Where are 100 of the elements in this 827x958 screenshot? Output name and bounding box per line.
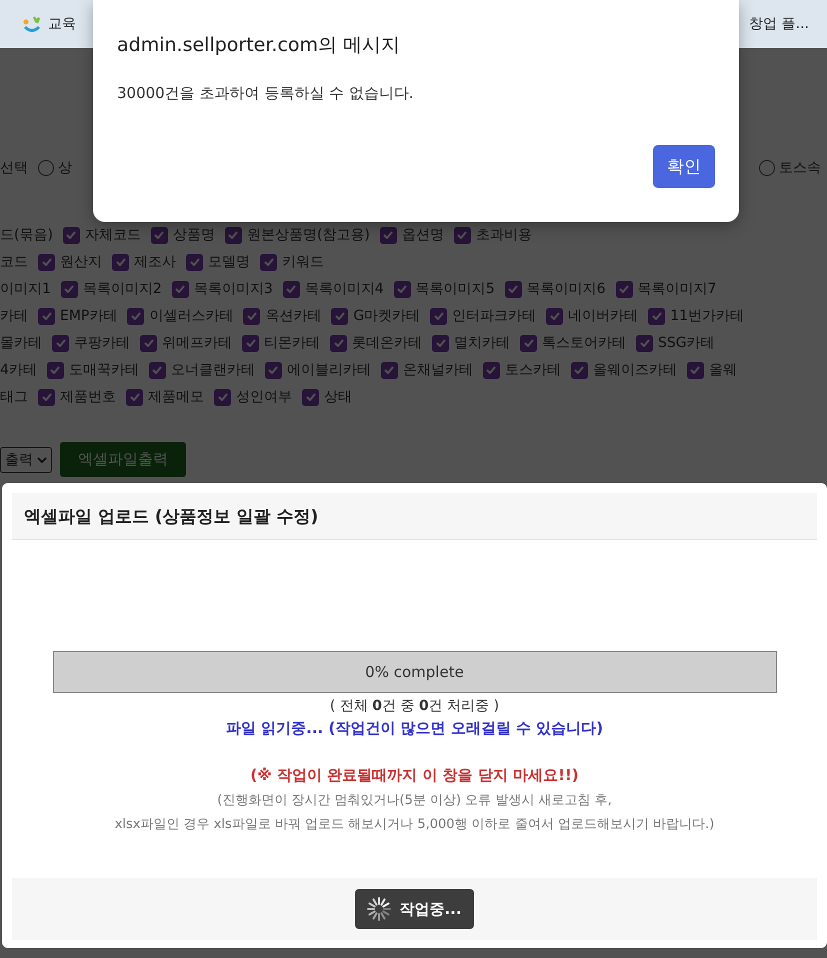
checkmark-icon <box>66 231 76 239</box>
checkmark-icon <box>619 285 630 293</box>
field-checkbox[interactable]: 올웨이즈카테 <box>570 361 677 379</box>
checkmark-icon <box>42 312 52 320</box>
field-checkbox[interactable]: 목록이미지5 <box>394 280 495 298</box>
field-checkbox[interactable]: 이셀러스카테 <box>127 307 234 325</box>
checkmark-icon <box>130 312 141 320</box>
field-checkbox[interactable]: EMP카테 <box>38 307 118 325</box>
field-label: 태그 <box>0 388 28 406</box>
checkmark-icon <box>50 366 60 374</box>
field-checkbox[interactable]: 쿠팡카테 <box>52 334 130 352</box>
field-checkbox[interactable]: 원산지 <box>38 253 102 271</box>
checkmark-icon <box>268 366 278 374</box>
checkmark-icon <box>434 312 444 320</box>
field-checkbox[interactable]: 네이버카테 <box>546 307 638 325</box>
field-checkbox[interactable]: 옵션명 <box>380 226 444 244</box>
checkmark-icon <box>175 285 186 293</box>
field-checkbox[interactable]: 제품번호 <box>38 388 116 406</box>
checkmark-icon <box>436 339 446 347</box>
checkmark-icon <box>652 312 662 320</box>
checkmark-icon <box>457 231 468 239</box>
field-checkbox[interactable]: 온채널카테 <box>380 361 473 379</box>
radio-option[interactable]: 상 <box>38 159 72 177</box>
field-checkbox[interactable]: 에이블리카테 <box>264 361 371 379</box>
field-checkbox[interactable]: 자체코드 <box>62 226 141 244</box>
checkmark-icon <box>524 339 534 347</box>
checkmark-icon <box>486 366 496 374</box>
field-checkbox[interactable]: SSG카테 <box>636 334 715 352</box>
field-checkbox[interactable]: 초과비용 <box>454 226 532 244</box>
field-checkbox[interactable]: 제조사 <box>112 253 176 271</box>
field-checkbox[interactable]: 티몬카테 <box>242 334 320 352</box>
field-checkbox[interactable]: 상품명 <box>150 226 215 244</box>
checkmark-icon <box>383 231 394 239</box>
output-select[interactable]: 출력 <box>0 446 52 472</box>
field-checkbox[interactable]: G마켓카테 <box>331 307 420 325</box>
checkmark-icon <box>246 339 256 347</box>
field-checkbox[interactable]: 상태 <box>302 388 352 406</box>
checkmark-icon <box>640 339 650 347</box>
checkmark-icon <box>264 258 274 266</box>
checkmark-icon <box>64 285 74 293</box>
bookmark-item[interactable]: 창업 플... <box>749 15 809 33</box>
checkmark-icon <box>574 366 584 374</box>
field-checkbox[interactable]: 오너클랜카테 <box>148 361 255 379</box>
field-checkbox[interactable]: 토스카테 <box>482 361 561 379</box>
caret-icon <box>37 456 47 464</box>
field-checkbox[interactable]: 목록이미지3 <box>172 280 273 298</box>
field-checkbox[interactable]: 목록이미지2 <box>60 280 162 298</box>
field-label: 몰카테 <box>0 334 42 352</box>
checkmark-icon <box>130 393 140 401</box>
checkmark-icon <box>246 312 257 320</box>
checkmark-icon <box>190 258 200 266</box>
field-checkbox[interactable]: 11번가카테 <box>648 307 744 325</box>
ok-button[interactable]: 확인 <box>653 145 715 188</box>
field-checkbox[interactable]: 롯데온카테 <box>330 334 422 352</box>
checkmark-icon <box>152 366 162 374</box>
radio-option[interactable]: 토스속 <box>759 159 821 177</box>
checkmark-icon <box>42 393 52 401</box>
modal-title: 엑셀파일 업로드 (상품정보 일괄 수정) <box>12 493 817 540</box>
field-checkbox[interactable]: 인터파크카테 <box>430 307 536 325</box>
field-checkbox[interactable]: 모델명 <box>186 253 250 271</box>
alert-title: admin.sellporter.com의 메시지 <box>117 33 402 58</box>
excel-export-button[interactable]: 엑셀파일출력 <box>60 442 186 477</box>
checkmark-icon <box>144 339 154 347</box>
field-checkbox[interactable]: 옥션카테 <box>243 307 322 325</box>
checkmark-icon <box>42 258 52 266</box>
field-checkbox[interactable]: 성인여부 <box>214 388 292 406</box>
note-text: xlsx파일인 경우 xls파일로 바꿔 업로드 해보시거나 5,000행 이하로 줄여서 업로드해보시기 바랍니다.) <box>114 816 714 833</box>
checkmark-icon <box>334 312 345 320</box>
field-checkbox[interactable]: 제품메모 <box>126 388 204 406</box>
working-button[interactable]: 작업중... <box>355 889 474 929</box>
checkmark-icon <box>384 366 394 374</box>
warning-text: (※ 작업이 완료될때까지 이 창을 닫지 마세요!!) <box>250 766 579 785</box>
checkmark-icon <box>228 231 238 239</box>
spinner-icon <box>367 897 392 921</box>
checkmark-icon <box>154 231 164 239</box>
checkmark-icon <box>56 339 66 347</box>
field-label: 4카테 <box>0 361 37 379</box>
field-checkbox[interactable]: 도매꾹카테 <box>46 361 139 379</box>
field-checkbox[interactable]: 목록이미지7 <box>616 280 716 298</box>
checkmark-icon <box>690 366 700 374</box>
field-label: 코드 <box>0 253 28 271</box>
field-label: 이미지1 <box>0 280 51 298</box>
progress-label: 0% complete <box>365 663 464 681</box>
checkmark-icon <box>286 285 296 293</box>
bookmark-item[interactable]: 교육 <box>22 14 76 34</box>
field-checkbox[interactable]: 원본상품명(참고용) <box>224 226 370 244</box>
field-checkbox[interactable]: 목록이미지6 <box>504 280 606 298</box>
field-checkbox[interactable]: 올웨 <box>686 361 737 379</box>
field-checkbox[interactable]: 목록이미지4 <box>282 280 384 298</box>
field-checkbox[interactable]: 위메프카테 <box>140 334 232 352</box>
checkmark-icon <box>550 312 560 320</box>
field-checkbox[interactable]: 멸치카테 <box>432 334 510 352</box>
field-label: 드(묶음) <box>0 226 53 244</box>
checkmark-icon <box>218 393 228 401</box>
radio-group-label: 선택 <box>0 159 28 177</box>
note-text: (진행화면이 장시간 멈춰있거나(5분 이상) 오류 발생시 새로고침 후, <box>217 792 612 809</box>
field-checkbox[interactable]: 톡스토어카테 <box>520 334 626 352</box>
count-text: ( 전체 0건 중 0건 처리중 ) <box>330 697 500 715</box>
checkmark-icon <box>397 285 408 293</box>
field-checkbox[interactable]: 키워드 <box>260 253 324 271</box>
